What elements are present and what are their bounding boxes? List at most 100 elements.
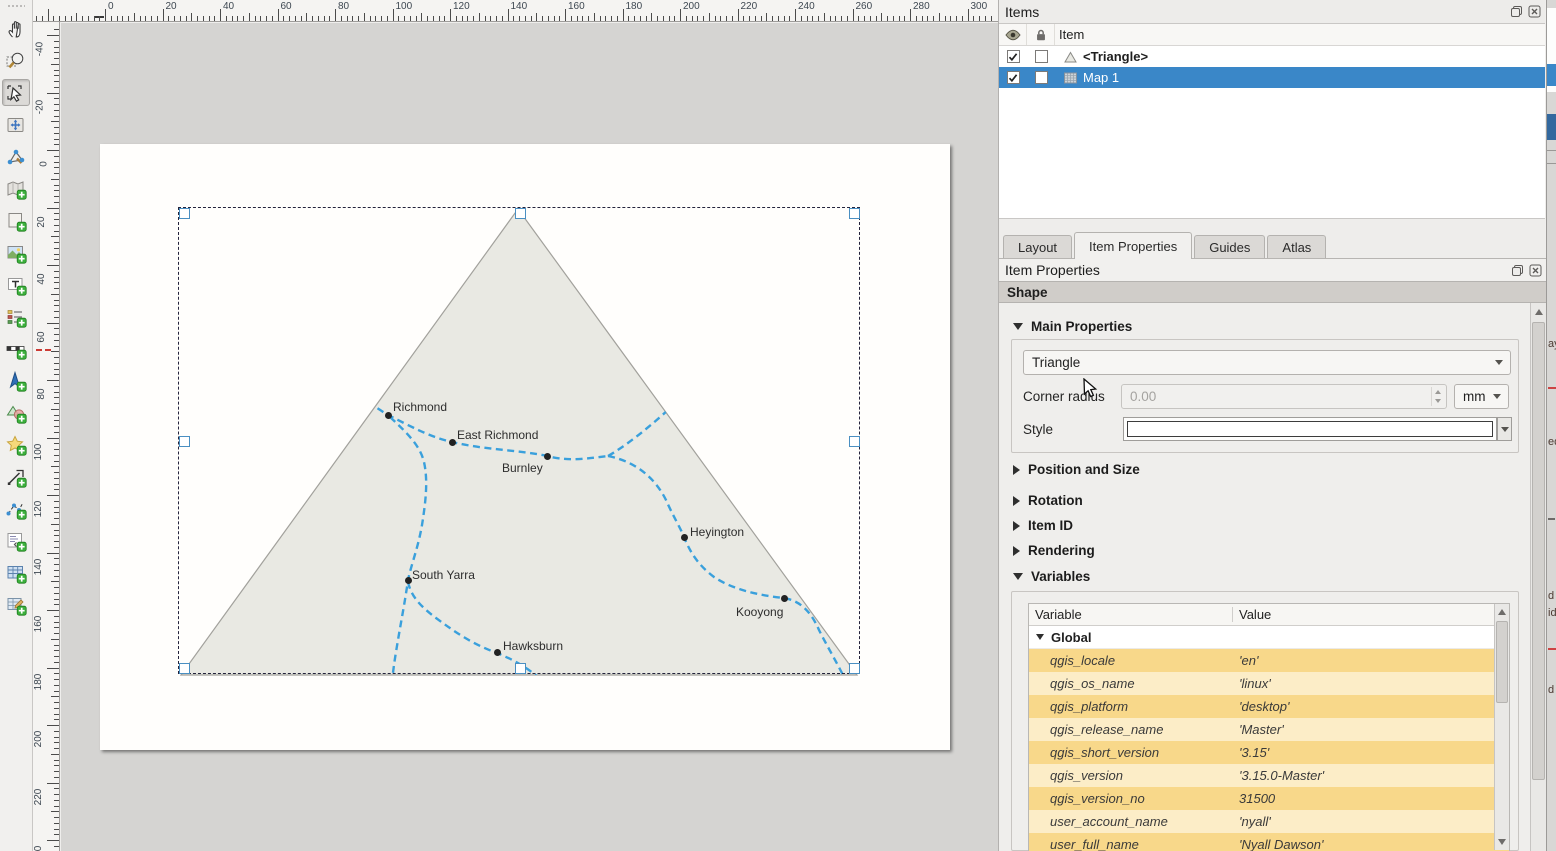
shape-type-combobox[interactable]: Triangle [1023, 350, 1511, 375]
tab-guides[interactable]: Guides [1194, 235, 1265, 258]
items-float-button[interactable] [1509, 4, 1523, 18]
tool-add-html-button[interactable] [2, 527, 30, 554]
visibility-checkbox[interactable] [1007, 50, 1020, 63]
section-rotation[interactable]: Rotation [1013, 493, 1083, 508]
variable-row-qgis_platform[interactable]: qgis_platform'desktop' [1029, 695, 1509, 718]
variable-name: qgis_version_no [1029, 791, 1233, 806]
add-attribute-table-icon [5, 562, 27, 584]
add-picture-icon [5, 242, 27, 264]
selection-handle[interactable] [849, 436, 860, 447]
variables-group-global[interactable]: Global [1029, 626, 1509, 649]
tab-item-properties[interactable]: Item Properties [1074, 232, 1192, 259]
lock-checkbox[interactable] [1035, 71, 1048, 84]
tool-zoom-button[interactable] [2, 47, 30, 74]
selection-handle[interactable] [179, 208, 190, 219]
tab-layout[interactable]: Layout [1003, 235, 1072, 258]
style-dropdown-button[interactable] [1497, 417, 1512, 441]
item-selection-box[interactable] [178, 207, 860, 674]
variables-table-scrollbar[interactable] [1494, 604, 1509, 850]
lock-checkbox[interactable] [1035, 50, 1048, 63]
tool-select-move-item-button[interactable] [2, 79, 30, 106]
properties-close-button[interactable] [1528, 263, 1542, 277]
tool-add-picture-button[interactable] [2, 239, 30, 266]
items-list-header: Item [999, 24, 1545, 46]
chevron-down-icon [1013, 323, 1023, 330]
tool-add-shape-button[interactable] [2, 399, 30, 426]
visibility-checkbox[interactable] [1007, 71, 1020, 84]
ruler-label: 300 [971, 1, 988, 12]
tool-pan-button[interactable] [2, 15, 30, 42]
spinner-arrows[interactable] [1431, 387, 1444, 406]
tool-add-manual-table-button[interactable] [2, 591, 30, 618]
tool-add-3d-map-button[interactable] [2, 207, 30, 234]
properties-float-button[interactable] [1510, 263, 1524, 277]
scroll-down-button[interactable] [1495, 834, 1509, 850]
qgis-layout-designer-window: { "toolbar": { "tools": [ {"name":"pan",… [0, 0, 1556, 851]
layout-canvas[interactable]: RichmondEast RichmondBurnleyHeyingtonSou… [61, 23, 998, 851]
variable-row-qgis_os_name[interactable]: qgis_os_name'linux' [1029, 672, 1509, 695]
variable-value: 'Nyall Dawson' [1233, 837, 1509, 851]
ruler-label: 20 [36, 216, 47, 227]
chevron-right-icon [1013, 465, 1020, 475]
ruler-label: 200 [683, 1, 700, 12]
scroll-up-button[interactable] [1531, 304, 1546, 320]
variable-row-qgis_locale[interactable]: qgis_locale'en' [1029, 649, 1509, 672]
variable-row-qgis_short_version[interactable]: qgis_short_version'3.15' [1029, 741, 1509, 764]
scrollbar-thumb[interactable] [1496, 621, 1508, 703]
section-item-id[interactable]: Item ID [1013, 518, 1073, 533]
ruler-label: 140 [511, 1, 528, 12]
ruler-label: 100 [33, 443, 44, 460]
selection-handle[interactable] [515, 208, 526, 219]
selection-handle[interactable] [849, 663, 860, 674]
section-position-and-size[interactable]: Position and Size [1013, 462, 1140, 477]
scroll-up-button[interactable] [1495, 604, 1509, 620]
scrollbar-thumb[interactable] [1532, 322, 1545, 780]
layout-page[interactable]: RichmondEast RichmondBurnleyHeyingtonSou… [100, 144, 950, 750]
checkmark-icon [1008, 73, 1018, 83]
ruler-label: 60 [36, 331, 47, 342]
variable-row-qgis_version_no[interactable]: qgis_version_no31500 [1029, 787, 1509, 810]
variable-row-qgis_version[interactable]: qgis_version'3.15.0-Master' [1029, 764, 1509, 787]
chevron-down-icon [1501, 427, 1509, 432]
unit-combobox[interactable]: mm [1454, 384, 1509, 409]
variable-column-header: Variable [1029, 607, 1233, 622]
items-row-triangle[interactable]: <Triangle> [999, 46, 1545, 67]
style-button[interactable] [1123, 417, 1497, 441]
tool-add-attribute-table-button[interactable] [2, 559, 30, 586]
items-close-button[interactable] [1527, 4, 1541, 18]
tool-add-north-arrow-button[interactable] [2, 367, 30, 394]
variable-value: 'desktop' [1233, 699, 1509, 714]
add-html-icon [5, 530, 27, 552]
tool-add-map-button[interactable] [2, 175, 30, 202]
tool-add-arrow-button[interactable] [2, 463, 30, 490]
selection-handle[interactable] [179, 663, 190, 674]
tool-add-legend-button[interactable] [2, 303, 30, 330]
section-rendering[interactable]: Rendering [1013, 543, 1095, 558]
variable-row-user_account_name[interactable]: user_account_name'nyall' [1029, 810, 1509, 833]
properties-panel-scrollbar[interactable] [1530, 303, 1546, 851]
variable-value: 'nyall' [1233, 814, 1509, 829]
ruler-label: 140 [33, 558, 44, 575]
ruler-label: 240 [798, 1, 815, 12]
variable-value: 'en' [1233, 653, 1509, 668]
items-row-map1[interactable]: Map 1 [999, 67, 1545, 88]
variable-value: 31500 [1233, 791, 1509, 806]
variable-row-qgis_release_name[interactable]: qgis_release_name'Master' [1029, 718, 1509, 741]
toolbar-grip-handle[interactable] [7, 4, 25, 9]
selection-handle[interactable] [849, 208, 860, 219]
selection-handle[interactable] [515, 663, 526, 674]
tool-edit-nodes-item-button[interactable] [2, 143, 30, 170]
tool-move-item-content-button[interactable] [2, 111, 30, 138]
ruler-label: 60 [281, 1, 292, 12]
tool-add-node-item-button[interactable] [2, 495, 30, 522]
selection-handle[interactable] [179, 436, 190, 447]
corner-radius-spinbox[interactable]: 0.00 [1121, 384, 1447, 409]
section-variables[interactable]: Variables [1013, 569, 1090, 584]
section-main-properties[interactable]: Main Properties [1013, 319, 1132, 334]
tab-atlas[interactable]: Atlas [1267, 235, 1326, 258]
variable-row-user_full_name[interactable]: user_full_name'Nyall Dawson' [1029, 833, 1509, 851]
tool-add-scalebar-button[interactable] [2, 335, 30, 362]
tool-add-label-button[interactable] [2, 271, 30, 298]
variable-value: '3.15' [1233, 745, 1509, 760]
tool-add-marker-button[interactable] [2, 431, 30, 458]
